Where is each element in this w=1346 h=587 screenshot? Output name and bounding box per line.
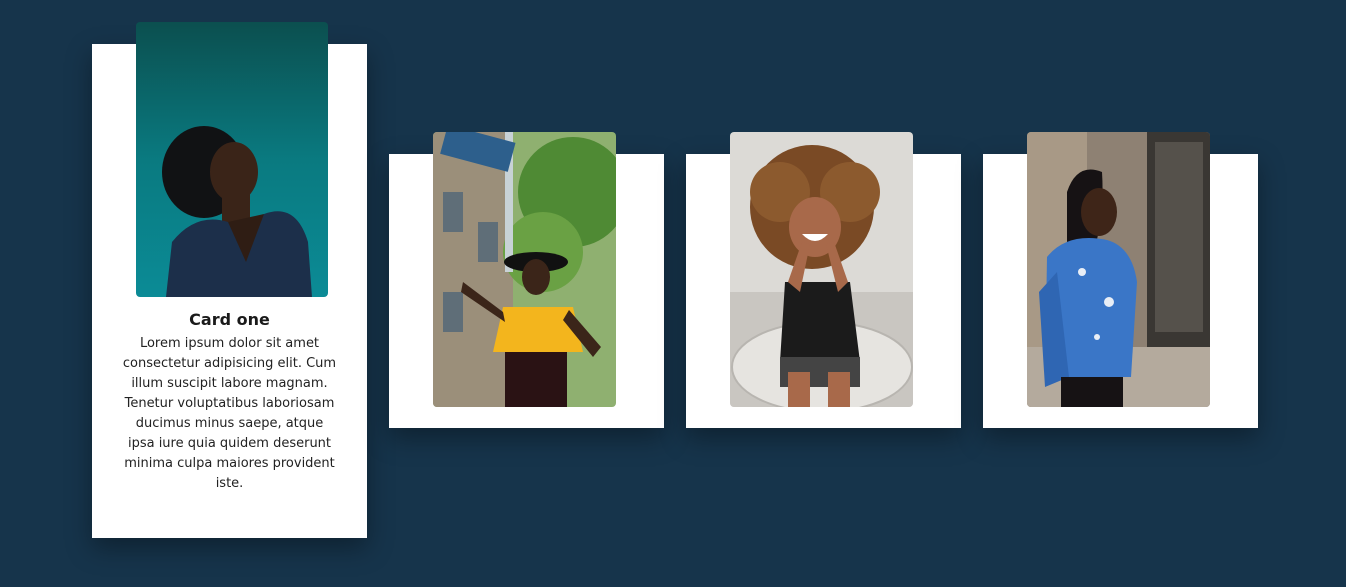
card-description: Lorem ipsum dolor sit amet consectetur a… <box>122 336 337 491</box>
card-three-photo <box>730 132 913 407</box>
card-one-photo <box>136 22 328 297</box>
card-title: Card one <box>189 310 270 329</box>
card-four-photo <box>1027 132 1210 407</box>
card-two-photo <box>433 132 616 407</box>
